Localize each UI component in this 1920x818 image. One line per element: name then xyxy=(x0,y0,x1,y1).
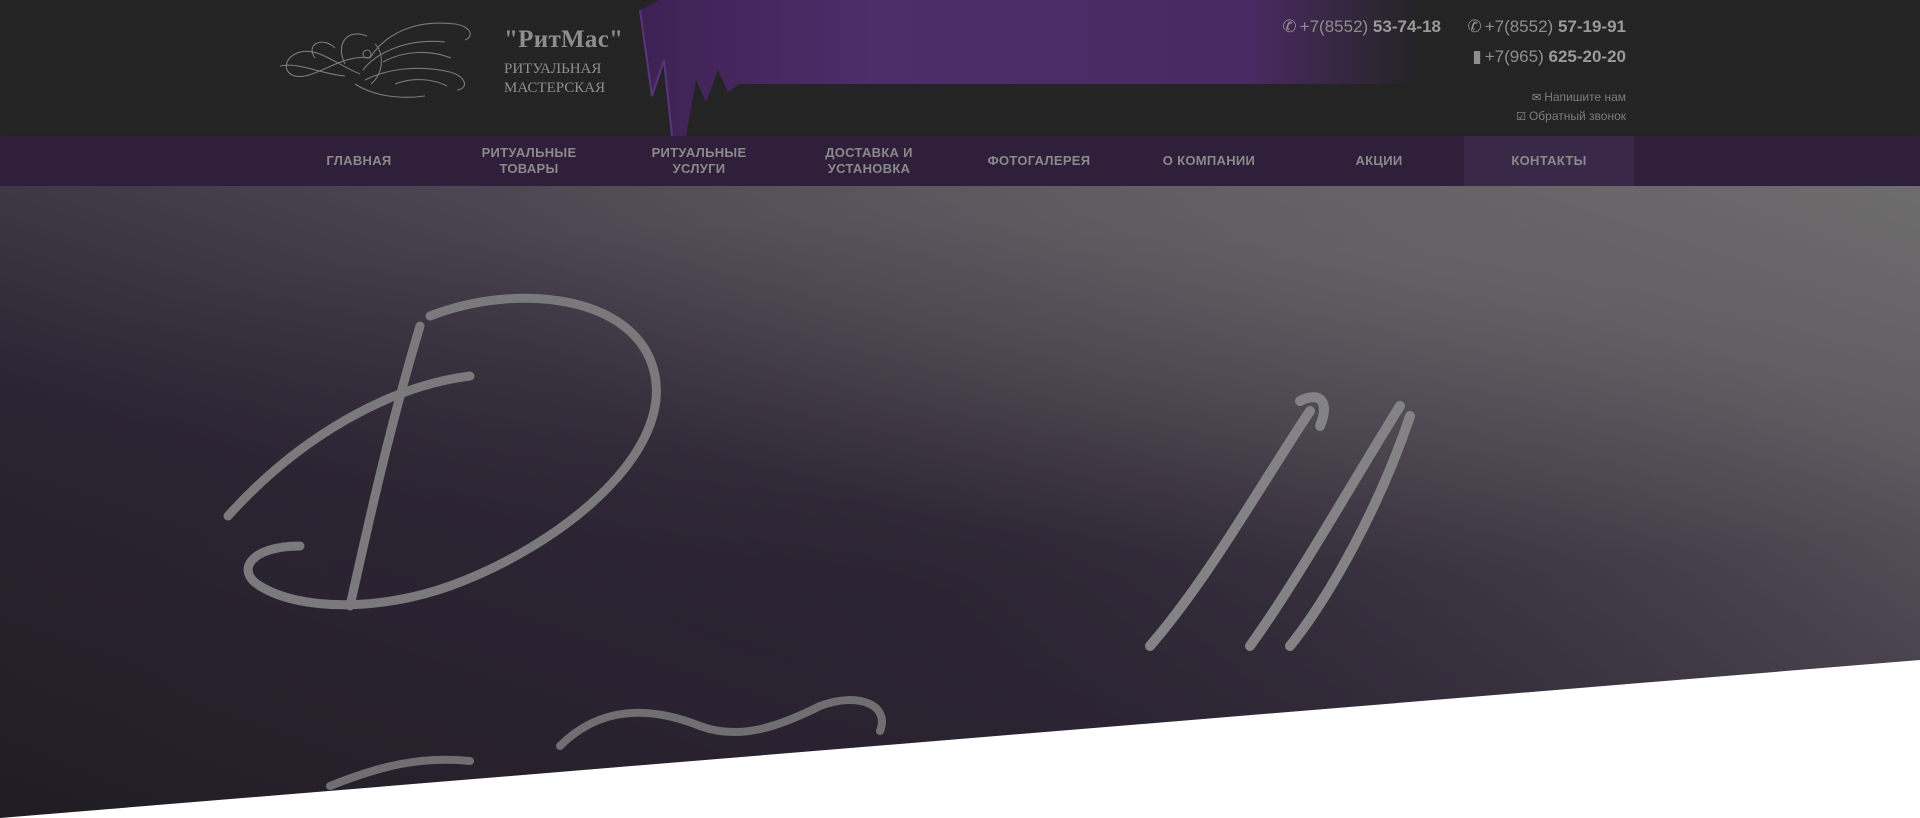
callback-label: Обратный звонок xyxy=(1528,109,1626,123)
nav-item-photo-gallery[interactable]: ФОТОГАЛЕРЕЯ xyxy=(954,136,1124,186)
nav-item-delivery-installation[interactable]: ДОСТАВКА И УСТАНОВКА xyxy=(784,136,954,186)
phone2-number: 57-19-91 xyxy=(1557,17,1626,36)
phone3-prefix: +7(965) xyxy=(1484,47,1549,66)
nav-label: РИТУАЛЬНЫЕ ТОВАРЫ xyxy=(481,145,577,176)
write-us-link[interactable]: ✉ Напишите нам xyxy=(1516,88,1626,107)
checkbox-icon: ☑ xyxy=(1516,111,1526,123)
phone2-prefix: +7(8552) xyxy=(1484,17,1558,36)
nav-label: О КОМПАНИИ xyxy=(1162,153,1256,168)
nav-item-home[interactable]: ГЛАВНАЯ xyxy=(274,136,444,186)
phone-block: ✆ +7(8552) 53-74-18 ✆ +7(8552) 57-19-91 ▮ +… xyxy=(1260,14,1626,74)
nav-item-promotions[interactable]: АКЦИИ xyxy=(1294,136,1464,186)
phone1-prefix: +7(8552) xyxy=(1299,17,1373,36)
site-header: "РитМас" РИТУАЛЬНАЯ МАСТЕРСКАЯ ✆ +7(8552)… xyxy=(0,0,1920,136)
phone-link-2[interactable]: ✆ +7(8552) 57-19-91 xyxy=(1467,14,1626,40)
brand-subtitle: РИТУАЛЬНАЯ МАСТЕРСКАЯ xyxy=(504,60,664,98)
phone-icon: ✆ xyxy=(1282,17,1297,36)
envelope-icon: ✉ xyxy=(1531,92,1542,104)
callback-link[interactable]: ☑ Обратный звонок xyxy=(1516,107,1626,126)
nav-label: АКЦИИ xyxy=(1355,153,1403,168)
brand-subtitle-line1: РИТУАЛЬНАЯ xyxy=(504,61,602,77)
nav-label: КОНТАКТЫ xyxy=(1511,153,1587,168)
nav-item-about[interactable]: О КОМПАНИИ xyxy=(1124,136,1294,186)
write-us-label: Напишите нам xyxy=(1544,90,1626,104)
nav-item-ritual-goods[interactable]: РИТУАЛЬНЫЕ ТОВАРЫ xyxy=(444,136,614,186)
nav-label: ДОСТАВКА И УСТАНОВКА xyxy=(825,145,913,176)
contact-links: ✉ Напишите нам ☑ Обратный звонок xyxy=(1516,88,1626,126)
phone-link-3[interactable]: ▮ +7(965) 625-20-20 xyxy=(1472,44,1626,70)
phone3-number: 625-20-20 xyxy=(1548,47,1626,66)
mobile-icon: ▮ xyxy=(1472,47,1482,66)
nav-item-ritual-services[interactable]: РИТУАЛЬНЫЕ УСЛУГИ xyxy=(614,136,784,186)
bird-ornament-logo xyxy=(279,22,471,98)
phone-link-1[interactable]: ✆ +7(8552) 53-74-18 xyxy=(1282,14,1441,40)
nav-label: ФОТОГАЛЕРЕЯ xyxy=(987,153,1091,168)
hero-banner xyxy=(0,186,1920,818)
hero-script-image xyxy=(0,186,1920,818)
phone1-number: 53-74-18 xyxy=(1372,17,1441,36)
nav-item-contacts[interactable]: КОНТАКТЫ xyxy=(1464,136,1634,186)
brand-name: "РитМас" xyxy=(504,26,624,53)
brand-subtitle-line2: МАСТЕРСКАЯ xyxy=(504,80,606,96)
nav-label: РИТУАЛЬНЫЕ УСЛУГИ xyxy=(651,145,747,176)
phone-icon: ✆ xyxy=(1467,17,1482,36)
nav-label: ГЛАВНАЯ xyxy=(326,153,392,168)
logo[interactable] xyxy=(275,14,480,104)
main-nav: ГЛАВНАЯ РИТУАЛЬНЫЕ ТОВАРЫ РИТУАЛЬНЫЕ УСЛ… xyxy=(0,136,1920,186)
